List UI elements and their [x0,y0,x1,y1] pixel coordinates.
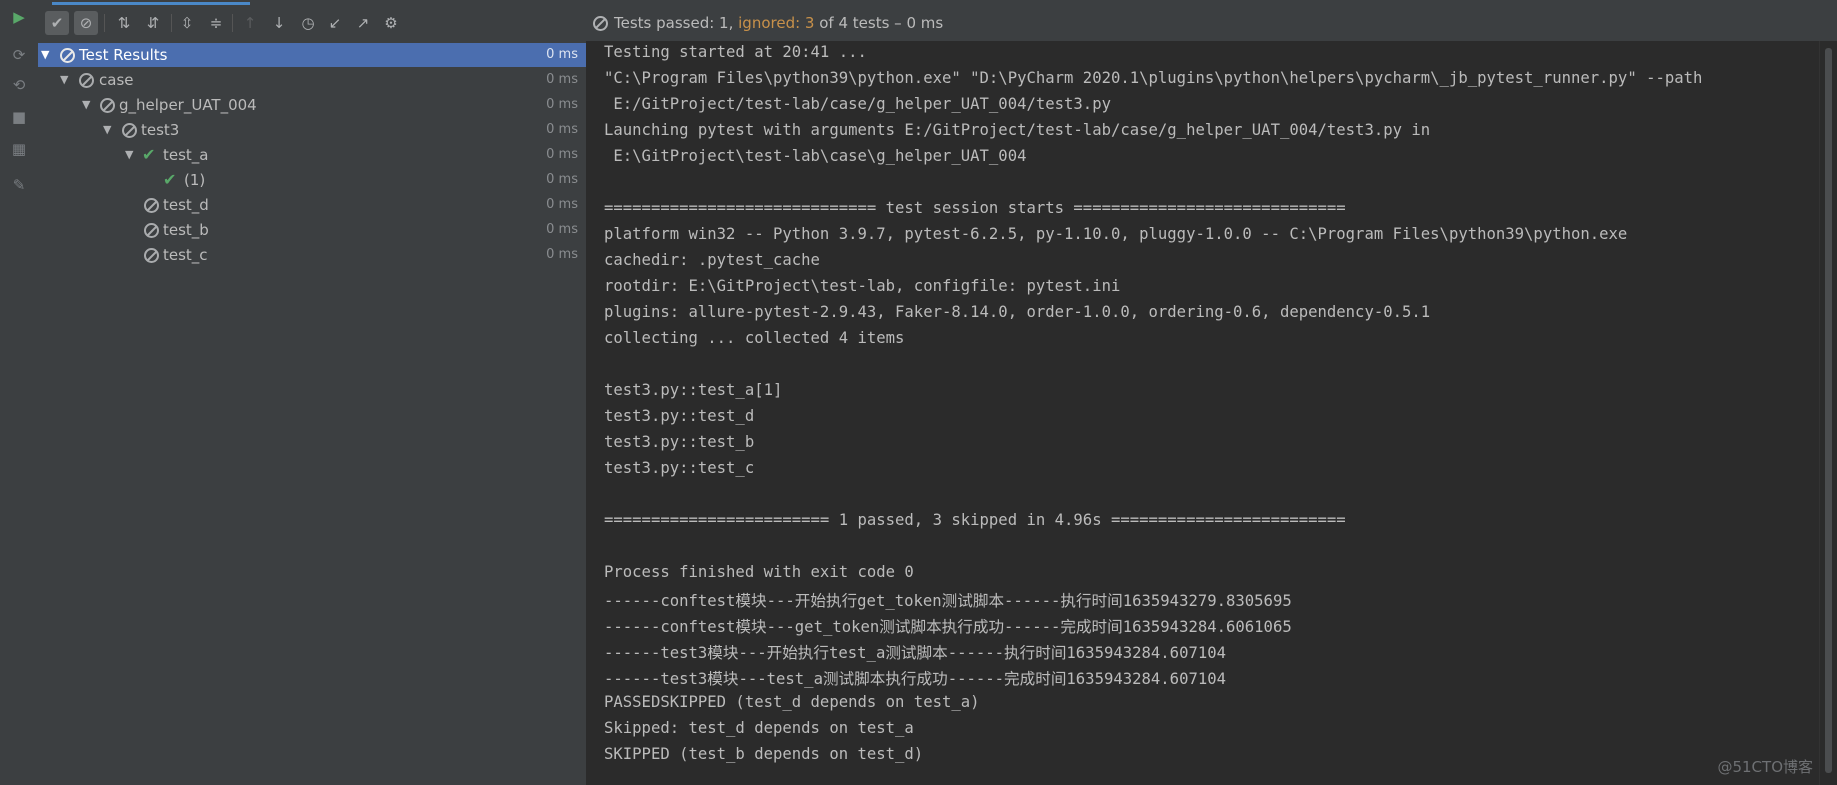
toggle-auto-test-icon[interactable]: ⟲ [9,75,29,95]
tree-row-label: g_helper_UAT_004 [119,96,257,114]
status-text: Tests passed: 1, ignored: 3 of 4 tests –… [614,14,943,32]
console-line: platform win32 -- Python 3.9.7, pytest-6… [604,225,1628,243]
console-line: SKIPPED (test_b depends on test_d) [604,745,924,763]
test-status-summary: Tests passed: 1, ignored: 3 of 4 tests –… [586,5,1837,42]
console-line: test3.py::test_c [604,459,755,477]
tree-row[interactable]: ▼ g_helper_UAT_004 0 ms [38,93,586,117]
tree-row-label: test_d [163,196,209,214]
console-line: Testing started at 20:41 ... [604,43,867,61]
tree-row[interactable]: test_c 0 ms [38,243,586,267]
toolbar-separator [232,14,233,32]
console-line: ======================== 1 passed, 3 ski… [604,511,1346,529]
expand-all-icon[interactable]: ⇳ [175,11,199,35]
history-icon[interactable]: ◷ [296,11,320,35]
tree-row[interactable]: ▼ case 0 ms [38,68,586,92]
console-line: Launching pytest with arguments E:/GitPr… [604,121,1431,139]
collapse-all-icon[interactable]: ≑ [204,11,228,35]
run-icon[interactable]: ▶ [9,7,29,27]
tree-row-duration: 0 ms [546,222,578,237]
tree-row-duration: 0 ms [546,147,578,162]
left-tool-strip: ▶ ⟳ ⟲ ■ ▦ ✎ [0,5,39,785]
tree-row-duration: 0 ms [546,172,578,187]
tree-row-label: case [99,71,134,89]
console-line: test3.py::test_b [604,433,755,451]
console-line: plugins: allure-pytest-2.9.43, Faker-8.1… [604,303,1431,321]
tree-row-duration: 0 ms [546,197,578,212]
console-line: collecting ... collected 4 items [604,329,905,347]
console-line: ------conftest模块---开始执行get_token测试脚本----… [604,592,1292,610]
tree-row-label: test_c [163,246,208,264]
layout-icon[interactable]: ▦ [9,139,29,159]
console-line: Skipped: test_d depends on test_a [604,719,914,737]
sort-duration-icon[interactable]: ⇵ [141,11,165,35]
tree-row-duration: 0 ms [546,97,578,112]
console-output[interactable]: Testing started at 20:41 ... "C:\Program… [587,41,1819,785]
ignored-icon [79,73,94,88]
tree-row[interactable]: test_d 0 ms [38,193,586,217]
ignored-icon [144,248,159,263]
ignored-status-icon [593,15,608,31]
show-passed-icon[interactable]: ✔ [45,11,69,35]
tree-row[interactable]: ✔ (1) 0 ms [38,168,586,192]
chevron-down-icon[interactable]: ▼ [125,143,137,167]
console-line: "C:\Program Files\python39\python.exe" "… [604,69,1703,87]
console-line: test3.py::test_a[1] [604,381,783,399]
toolbar-separator [104,14,105,32]
export-icon[interactable]: ↗ [351,11,375,35]
console-line: E:\GitProject\test-lab\case\g_helper_UAT… [604,147,1027,165]
ignored-icon [100,98,115,113]
rerun-failed-icon[interactable]: ⟳ [9,45,29,65]
tree-row-duration: 0 ms [546,122,578,137]
console-line: ------test3模块---开始执行test_a测试脚本------执行时间… [604,644,1227,662]
console-line: cachedir: .pytest_cache [604,251,820,269]
tree-row-label: Test Results [79,46,168,64]
console-line: ------conftest模块---get_token测试脚本执行成功----… [604,618,1292,636]
status-passed: Tests passed: 1, [614,14,734,32]
next-failed-icon[interactable]: ↓ [267,11,291,35]
watermark: @51CTO博客 [1717,758,1813,776]
console-line: PASSEDSKIPPED (test_d depends on test_a) [604,693,980,711]
tree-row[interactable]: ▼ Test Results 0 ms [38,43,586,67]
passed-check-icon: ✔ [163,170,177,189]
tree-row-label: test_b [163,221,209,239]
tree-row-duration: 0 ms [546,72,578,87]
ignored-icon [122,123,137,138]
tree-row-label: test3 [141,121,180,139]
ignored-icon [60,48,75,63]
tree-row-label: test_a [163,146,209,164]
passed-check-icon: ✔ [142,145,156,164]
console-line: E:/GitProject/test-lab/case/g_helper_UAT… [604,95,1111,113]
console-line: rootdir: E:\GitProject\test-lab, configf… [604,277,1121,295]
tree-row-duration: 0 ms [546,47,578,62]
chevron-down-icon[interactable]: ▼ [41,43,53,67]
settings-icon[interactable]: ⚙ [379,11,403,35]
console-line: Process finished with exit code 0 [604,563,914,581]
console-scrollbar-thumb[interactable] [1825,48,1832,773]
toolbar-separator [171,14,172,32]
console-line: ============================= test sessi… [604,199,1346,217]
status-rest: of 4 tests – 0 ms [819,14,944,32]
console-line: test3.py::test_d [604,407,755,425]
test-results-tree: ▼ Test Results 0 ms ▼ case 0 ms ▼ g_help… [38,41,587,785]
pin-icon[interactable]: ✎ [9,175,29,195]
prev-failed-icon[interactable]: ↑ [238,11,262,35]
status-ignored: ignored: 3 [738,14,815,32]
tree-row-label: (1) [184,171,206,189]
tree-row[interactable]: test_b 0 ms [38,218,586,242]
chevron-down-icon[interactable]: ▼ [60,68,72,92]
ignored-icon [144,198,159,213]
show-ignored-icon[interactable]: ⊘ [74,11,98,35]
test-runner-toolbar: ✔ ⊘ ⇅ ⇵ ⇳ ≑ ↑ ↓ ◷ ↙ ↗ ⚙ [38,5,586,42]
tree-row-duration: 0 ms [546,247,578,262]
tree-row[interactable]: ▼ test3 0 ms [38,118,586,142]
import-icon[interactable]: ↙ [323,11,347,35]
tree-row[interactable]: ▼ ✔ test_a 0 ms [38,143,586,167]
chevron-down-icon[interactable]: ▼ [103,118,115,142]
stop-icon[interactable]: ■ [9,107,29,127]
chevron-down-icon[interactable]: ▼ [82,93,94,117]
ignored-icon [144,223,159,238]
sort-alpha-icon[interactable]: ⇅ [112,11,136,35]
console-line: ------test3模块---test_a测试脚本执行成功------完成时间… [604,670,1227,688]
